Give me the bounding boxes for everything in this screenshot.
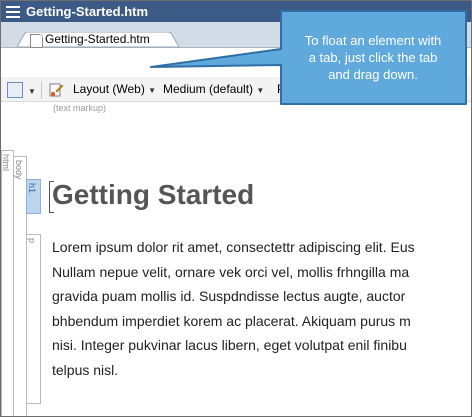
callout-line: a tab, just click the tab [308, 50, 438, 65]
editor-window: Getting-Started.htm Getting-Started.htm … [0, 0, 472, 417]
callout-text: To float an element with a tab, just cli… [287, 32, 459, 83]
callout-line: and drag down. [328, 67, 418, 82]
callout-line: To float an element with [304, 33, 442, 48]
